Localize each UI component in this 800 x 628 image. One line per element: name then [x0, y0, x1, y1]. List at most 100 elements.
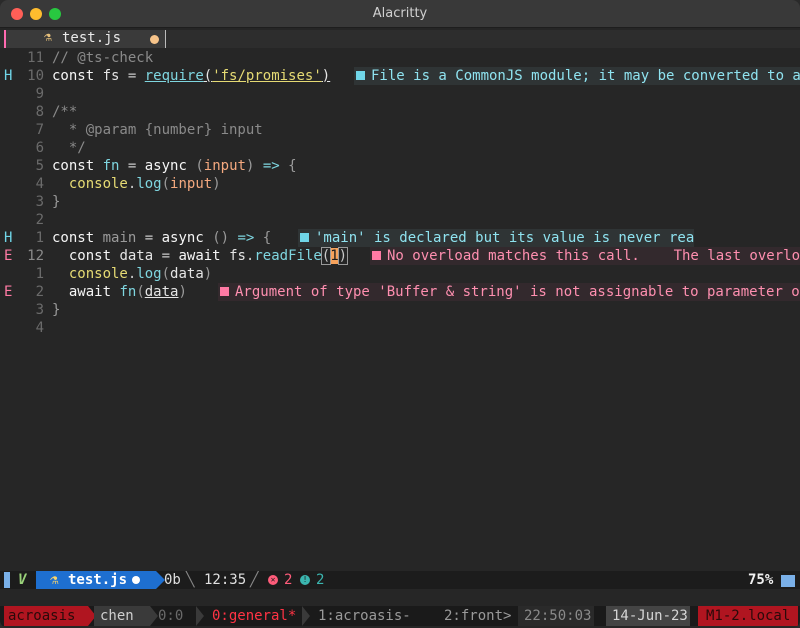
- code-text: const main = async () => {: [52, 230, 272, 246]
- tmux-status-bar: acroasis chen 0:0 0:general* 1:acroasis-…: [0, 606, 800, 626]
- diagnostic-sign: E: [4, 248, 13, 264]
- separator-icon: ╱: [250, 572, 259, 588]
- buffer-tab-name: test.js: [62, 30, 122, 46]
- code-text: await fn(data): [68, 284, 187, 300]
- line-number: 4: [35, 320, 44, 336]
- line-number: 3: [35, 194, 44, 210]
- code-text: * @param {number} input: [52, 122, 263, 138]
- code-line: H 1 const main = async () => { 'main' is…: [0, 229, 800, 247]
- text-cursor: 1: [330, 248, 339, 264]
- code-line: 4: [0, 319, 800, 337]
- modified-dot-icon: [132, 576, 140, 584]
- scroll-percent: 75%: [748, 572, 774, 588]
- line-number: 1: [35, 266, 44, 282]
- powerline-arrow-icon: [302, 606, 310, 626]
- diagnostic-message: File is a CommonJS module; it may be con…: [371, 68, 800, 84]
- status-file: ⚗ test.js: [36, 571, 165, 589]
- diagnostic-sign: H: [4, 230, 13, 246]
- window-title: Alacritty: [372, 6, 428, 21]
- buffer-tab-test-js[interactable]: ⚗ test.js: [4, 30, 166, 48]
- error-icon: ✕: [268, 575, 278, 585]
- code-line: 3 }: [0, 301, 800, 319]
- diagnostic-hint: 'main' is declared but its value is neve…: [298, 229, 694, 247]
- separator-icon: ╲: [186, 572, 195, 588]
- line-number: 4: [35, 176, 44, 192]
- flask-icon: ⚗: [44, 30, 52, 45]
- terminal-window: Alacritty ⚗ test.js 11 // @ts-check H 10…: [0, 0, 800, 628]
- code-text: // @ts-check: [52, 50, 154, 66]
- flask-icon: ⚗: [50, 572, 59, 588]
- line-number: 11: [27, 50, 44, 66]
- code-line: 2: [0, 211, 800, 229]
- code-line: 11 // @ts-check: [0, 49, 800, 67]
- code-line: 3 }: [0, 193, 800, 211]
- code-line: 8 /**: [0, 103, 800, 121]
- tmux-session[interactable]: acroasis: [4, 606, 88, 626]
- tmux-user: chen: [94, 606, 150, 626]
- error-count: 2: [284, 572, 293, 588]
- vim-mode: V: [18, 572, 27, 588]
- mode-indicator-bar: [4, 572, 10, 588]
- line-number: 3: [35, 302, 44, 318]
- code-text: const fs = require('fs/promises'): [52, 68, 331, 84]
- tmux-window[interactable]: 1:acroasis-: [318, 606, 411, 626]
- code-text: /**: [52, 104, 78, 120]
- code-text: */: [52, 140, 86, 156]
- code-line: 7 * @param {number} input: [0, 121, 800, 139]
- code-text: }: [52, 194, 61, 210]
- modified-dot-icon: [150, 35, 159, 44]
- diagnostic-error: No overload matches this call. The last …: [370, 247, 800, 265]
- line-number: 10: [27, 68, 44, 84]
- status-file-name: test.js: [68, 572, 128, 588]
- code-line: 1 console.log(data): [0, 265, 800, 283]
- diagnostic-message: Argument of type 'Buffer & string' is no…: [235, 284, 800, 300]
- powerline-arrow-icon: [196, 606, 204, 626]
- code-line: 6 */: [0, 139, 800, 157]
- scroll-indicator: [781, 575, 795, 587]
- line-number: 2: [35, 212, 44, 228]
- status-line: V ⚗ test.js 0b ╲ 12:35 ╱ ✕ 2 ! 2 75%: [0, 571, 800, 589]
- code-line-current: E 12 const data = await fs.readFile(1) N…: [0, 247, 800, 265]
- hint-square-icon: [300, 233, 309, 242]
- tmux-panes: 0:0: [158, 608, 184, 624]
- diagnostic-sign: H: [4, 68, 13, 84]
- diagnostic-hint: File is a CommonJS module; it may be con…: [354, 67, 800, 85]
- buffer-tabline: ⚗ test.js: [0, 30, 800, 48]
- line-number: 1: [35, 230, 44, 246]
- line-number: 12: [27, 248, 44, 264]
- hint-square-icon: [356, 71, 365, 80]
- file-size: 0b: [164, 572, 181, 588]
- code-text: console.log(data): [68, 266, 213, 282]
- line-number: 5: [35, 158, 44, 174]
- cursor-position: 12:35: [204, 572, 247, 588]
- tmux-date: 14-Jun-23: [606, 606, 690, 626]
- code-text: console.log(input): [68, 176, 221, 192]
- title-bar: Alacritty: [0, 0, 800, 28]
- line-number: 2: [35, 284, 44, 300]
- tmux-time: 22:50:03: [518, 606, 594, 626]
- tmux-window-active[interactable]: 0:general*: [206, 606, 302, 626]
- warning-count: 2: [316, 572, 325, 588]
- error-square-icon: [220, 287, 229, 296]
- diagnostic-message: No overload matches this call. The last …: [387, 248, 800, 264]
- warning-icon: !: [300, 575, 310, 585]
- line-number: 6: [35, 140, 44, 156]
- code-text: }: [52, 302, 61, 318]
- code-line: 5 const fn = async (input) => {: [0, 157, 800, 175]
- error-square-icon: [372, 251, 381, 260]
- line-number: 8: [35, 104, 44, 120]
- code-line: 4 console.log(input): [0, 175, 800, 193]
- line-number: 9: [35, 86, 44, 102]
- code-line: E 2 await fn(data) Argument of type 'Buf…: [0, 283, 800, 301]
- code-editor[interactable]: 11 // @ts-check H 10 const fs = require(…: [0, 49, 800, 569]
- code-line: 9: [0, 85, 800, 103]
- line-number: 7: [35, 122, 44, 138]
- tmux-host: M1-2.local: [698, 606, 798, 626]
- code-text: const fn = async (input) => {: [52, 158, 297, 174]
- code-line: H 10 const fs = require('fs/promises') F…: [0, 67, 800, 85]
- tmux-window[interactable]: 2:front>: [444, 606, 511, 626]
- diagnostic-sign: E: [4, 284, 13, 300]
- diagnostic-error: Argument of type 'Buffer & string' is no…: [218, 283, 800, 301]
- diagnostic-message: 'main' is declared but its value is neve…: [315, 230, 694, 246]
- code-text: const data = await fs.readFile(1): [68, 247, 349, 265]
